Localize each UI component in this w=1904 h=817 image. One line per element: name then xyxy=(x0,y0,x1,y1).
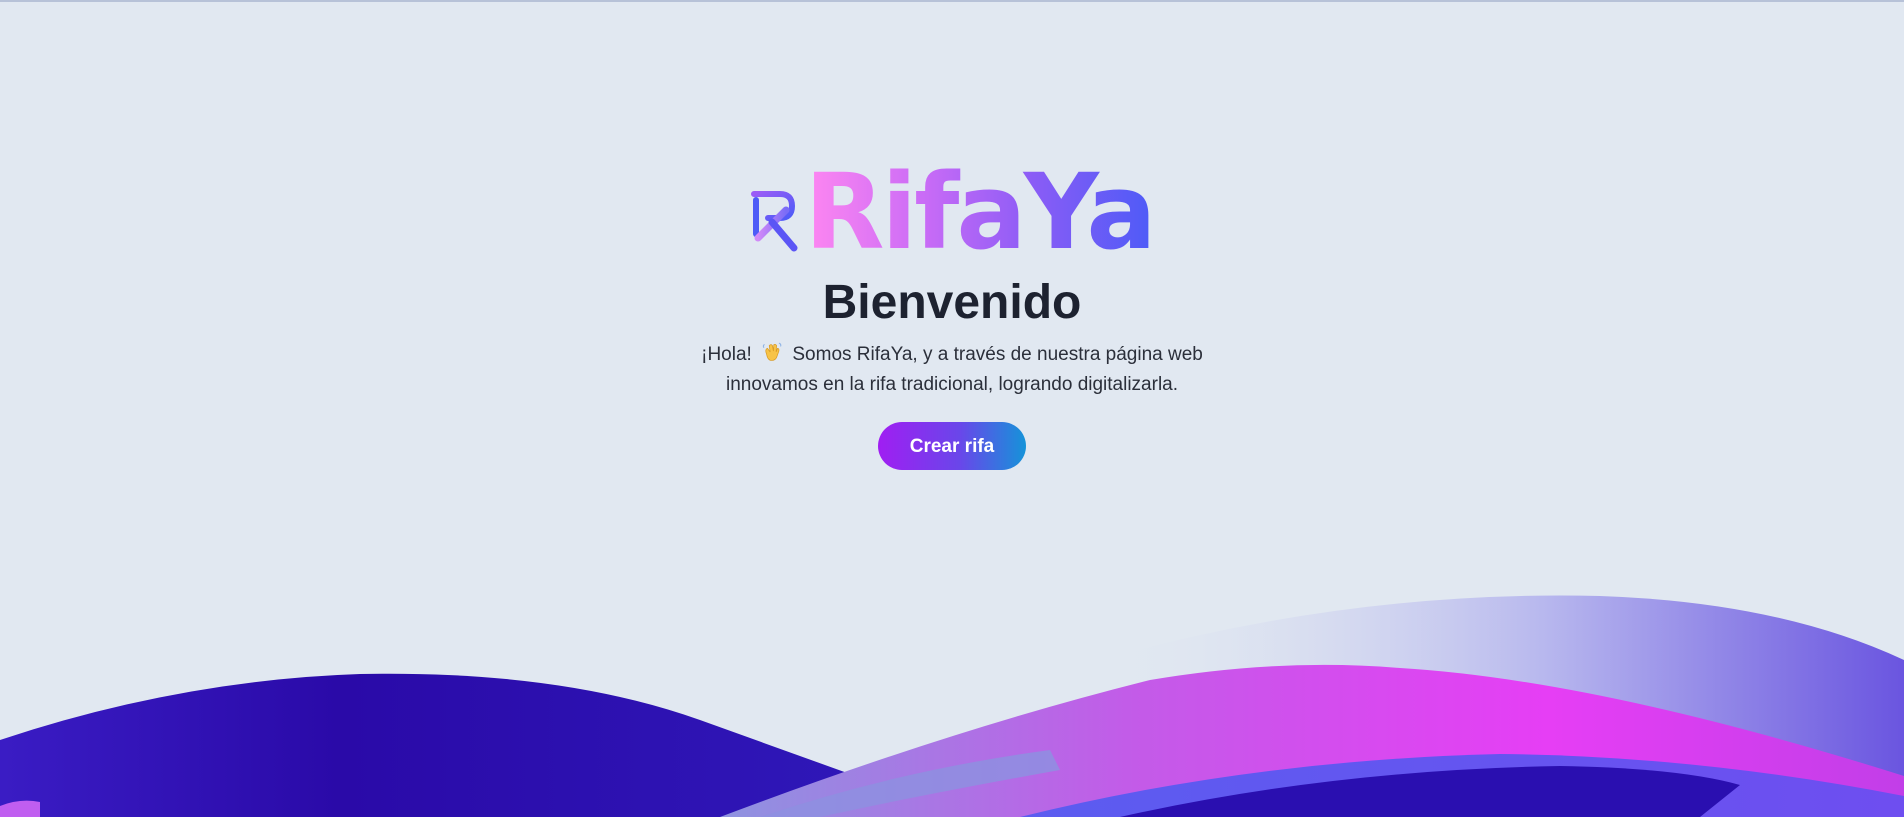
top-border xyxy=(0,0,1904,2)
decorative-waves xyxy=(0,595,1904,817)
rifaya-logo-mark-icon xyxy=(751,191,798,252)
description-line1: Somos RifaYa, y a través de nuestra pági… xyxy=(792,344,1203,365)
description-line2: innovamos en la rifa tradicional, logran… xyxy=(725,374,1179,395)
page: RifaYa Bienvenido ¡Hola! Somos RifaYa, y… xyxy=(0,0,1904,817)
brand-logo: RifaYa xyxy=(750,151,1157,273)
greeting-text: ¡Hola! xyxy=(701,344,752,365)
waving-hand-icon xyxy=(762,342,782,361)
page-title: Bienvenido xyxy=(822,276,1082,329)
hero-section: RifaYa Bienvenido ¡Hola! Somos RifaYa, y… xyxy=(0,160,1904,470)
brand-name: RifaYa xyxy=(804,151,1156,273)
hero-description: ¡Hola! Somos RifaYa, y a través de nuest… xyxy=(682,340,1222,400)
create-raffle-button[interactable]: Crear rifa xyxy=(878,422,1026,470)
